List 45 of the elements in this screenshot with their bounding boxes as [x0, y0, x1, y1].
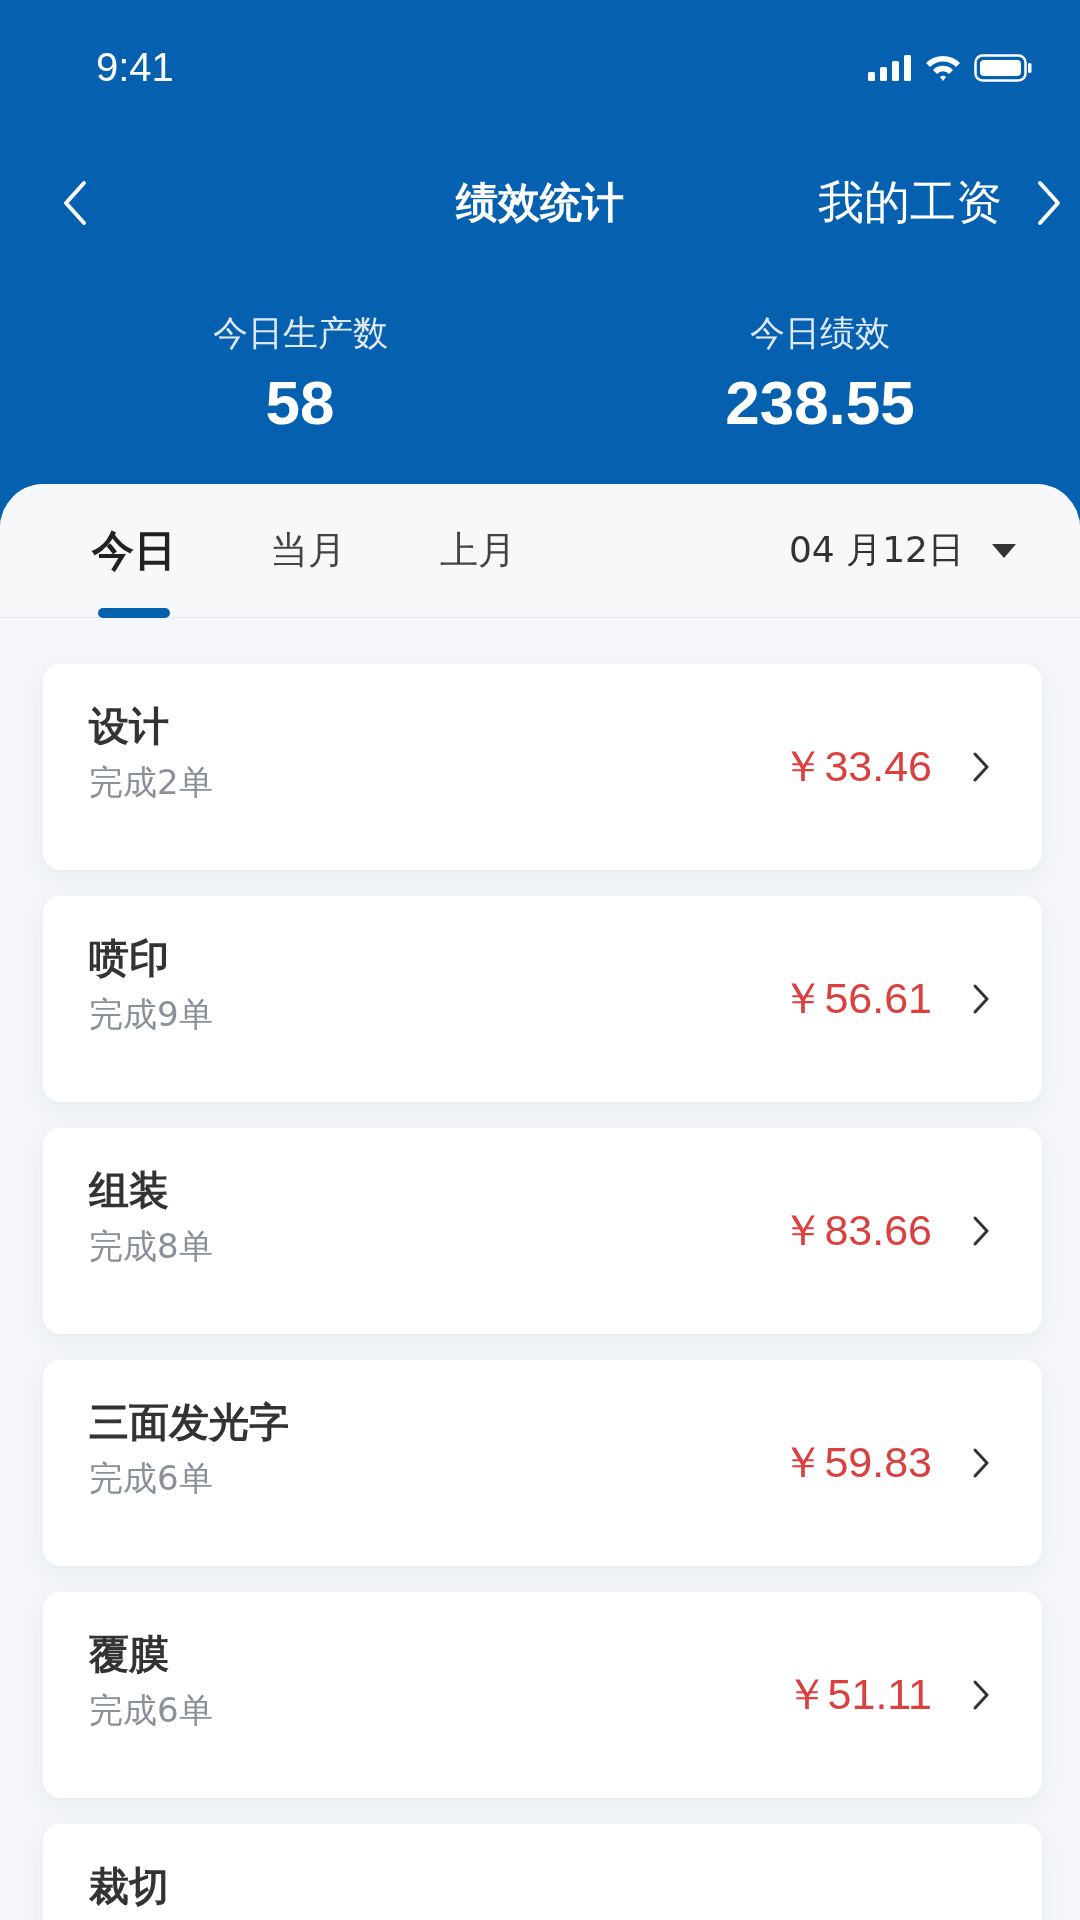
- work-item-card[interactable]: 三面发光字 完成6单 ￥59.83: [43, 1360, 1042, 1566]
- period-tab[interactable]: 当月: [248, 484, 368, 618]
- period-tab[interactable]: 今日: [70, 484, 198, 618]
- item-amount: ￥51.11: [784, 1669, 932, 1720]
- chevron-right-icon: [972, 1679, 990, 1711]
- back-button[interactable]: [62, 179, 88, 226]
- chevron-right-icon: [972, 983, 990, 1015]
- chevron-right-icon: [1036, 179, 1062, 226]
- stat-value: 58: [265, 367, 335, 438]
- item-count: 完成2单: [89, 761, 213, 804]
- chevron-right-icon: [972, 751, 990, 783]
- work-item-card[interactable]: 裁切: [43, 1824, 1042, 1920]
- item-count: 完成8单: [89, 1225, 213, 1268]
- item-name: 三面发光字: [89, 1400, 289, 1444]
- item-amount: ￥56.61: [781, 973, 932, 1024]
- back-icon: [62, 179, 88, 226]
- work-item-card[interactable]: 喷印 完成9单 ￥56.61: [43, 896, 1042, 1102]
- stat-label: 今日绩效: [750, 312, 890, 355]
- item-count: 完成9单: [89, 993, 213, 1036]
- stat-value: 238.55: [725, 367, 915, 438]
- salary-link[interactable]: 我的工资: [818, 171, 1062, 234]
- work-item-card[interactable]: 覆膜 完成6单 ￥51.11: [43, 1592, 1042, 1798]
- item-count: 完成6单: [89, 1689, 213, 1732]
- caret-down-icon: [992, 543, 1016, 558]
- chevron-right-icon: [972, 1215, 990, 1247]
- chevron-right-icon: [972, 1447, 990, 1479]
- item-count: 完成6单: [89, 1457, 214, 1500]
- work-item-card[interactable]: 组装 完成8单 ￥83.66: [43, 1128, 1042, 1334]
- stat-label: 今日生产数: [212, 312, 388, 355]
- work-item-card[interactable]: 设计 完成2单 ￥33.46: [43, 664, 1042, 870]
- item-amount: ￥83.66: [781, 1205, 932, 1256]
- item-name: 覆膜: [89, 1632, 170, 1676]
- item-name: 裁切: [89, 1864, 169, 1908]
- item-name: 组装: [89, 1168, 170, 1212]
- item-amount: ￥33.46: [781, 741, 932, 792]
- battery-icon: [974, 53, 1032, 82]
- wifi-icon: [924, 53, 962, 82]
- item-name: 设计: [89, 704, 170, 748]
- page-title: 绩效统计: [456, 176, 624, 229]
- signal-icon: [868, 54, 912, 81]
- date-dropdown[interactable]: 04 月12日: [788, 526, 1016, 575]
- period-tab[interactable]: 上月: [418, 484, 538, 618]
- item-name: 喷印: [89, 936, 170, 980]
- status-time: 9:41: [96, 45, 174, 90]
- item-amount: ￥59.83: [781, 1437, 932, 1488]
